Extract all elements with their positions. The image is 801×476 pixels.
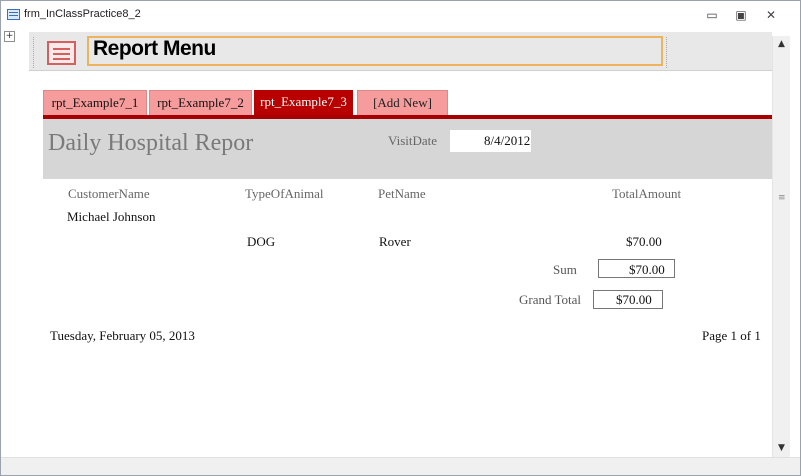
sum-value: $70.00 — [629, 262, 665, 277]
tab-label: rpt_Example7_1 — [51, 95, 139, 110]
close-icon: ✕ — [765, 8, 777, 22]
page-number: Page 1 of 1 — [702, 328, 761, 343]
scroll-grip-icon[interactable]: ≡ — [778, 194, 786, 203]
visit-date-value: 8/4/2012 — [484, 133, 531, 148]
customer-name: Michael Johnson — [67, 209, 156, 224]
sum-label: Sum — [553, 262, 577, 277]
column-header-customername: CustomerName — [68, 186, 150, 201]
access-form-window: frm_InClassPractice8_2 ▭ ▣ ✕ + Report Me… — [0, 0, 801, 476]
restore-icon: ▣ — [735, 8, 747, 22]
report-title: Daily Hospital Repor — [48, 130, 254, 156]
type-of-animal: DOG — [247, 234, 276, 249]
tab-add-new[interactable]: [Add New] — [357, 90, 448, 115]
tab-label: [Add New] — [373, 95, 432, 110]
scroll-up-arrow-icon[interactable]: ▲ — [773, 36, 790, 53]
minimize-button[interactable]: ▭ — [703, 8, 721, 22]
close-button[interactable]: ✕ — [762, 8, 780, 22]
form-window-icon — [7, 9, 20, 20]
tab-rpt-example7-2[interactable]: rpt_Example7_2 — [149, 90, 252, 115]
tab-label: rpt_Example7_2 — [157, 95, 244, 110]
vertical-scrollbar[interactable]: ▲ ≡ ▼ — [772, 36, 790, 457]
tab-rpt-example7-3[interactable]: rpt_Example7_3 — [254, 90, 353, 115]
form-title: Report Menu — [93, 37, 216, 60]
form-selector[interactable]: + — [1, 29, 29, 70]
header-divider — [33, 37, 35, 68]
footer-date: Tuesday, February 05, 2013 — [50, 328, 195, 343]
visit-date-label: VisitDate — [388, 133, 438, 148]
minimize-icon: ▭ — [706, 8, 718, 22]
tab-rpt-example7-1[interactable]: rpt_Example7_1 — [43, 90, 147, 115]
total-amount: $70.00 — [626, 234, 662, 249]
grand-total-label: Grand Total — [519, 292, 582, 307]
column-header-totalamount: TotalAmount — [612, 186, 682, 201]
column-header-petname: PetName — [378, 186, 426, 201]
window-title: frm_InClassPractice8_2 — [24, 8, 141, 20]
grand-total-value: $70.00 — [616, 292, 652, 307]
column-header-typeofanimal: TypeOfAnimal — [245, 186, 324, 201]
pet-name: Rover — [379, 234, 411, 249]
form-icon — [47, 41, 76, 65]
restore-button[interactable]: ▣ — [732, 8, 750, 22]
tab-label: rpt_Example7_3 — [260, 94, 347, 109]
scroll-down-arrow-icon[interactable]: ▼ — [773, 440, 790, 457]
bottom-scrollbar[interactable] — [1, 457, 800, 475]
title-bar: frm_InClassPractice8_2 ▭ ▣ ✕ — [1, 1, 800, 29]
header-divider-right — [666, 37, 668, 68]
expand-icon[interactable]: + — [4, 31, 15, 42]
